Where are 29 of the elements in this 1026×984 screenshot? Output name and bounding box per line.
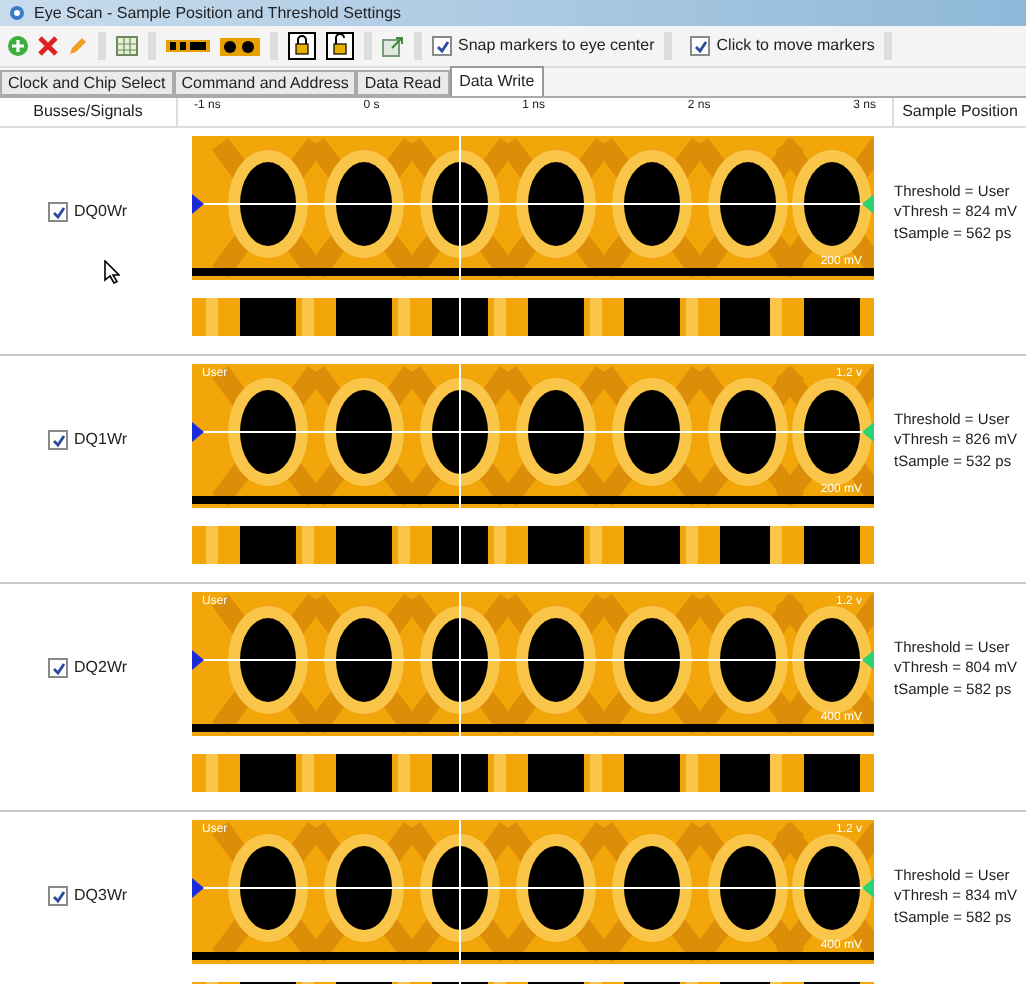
app-icon (8, 4, 26, 22)
table-icon[interactable] (116, 36, 138, 56)
checkbox[interactable] (48, 202, 68, 222)
export-icon[interactable] (382, 35, 404, 57)
signal-name: DQ0Wr (74, 200, 128, 224)
tab[interactable]: Clock and Chip Select (0, 70, 174, 96)
add-icon[interactable] (8, 36, 28, 56)
pulse-pattern-icon[interactable] (166, 40, 210, 52)
column-header: Busses/Signals (31, 100, 145, 124)
delete-icon[interactable] (38, 36, 58, 56)
column-header: Sample Position (900, 100, 1020, 124)
checkbox[interactable] (48, 658, 68, 678)
tab[interactable]: Data Read (356, 70, 450, 96)
checkbox-label: Click to move markers (716, 34, 875, 58)
lock-icon[interactable] (326, 32, 354, 60)
tab[interactable]: Command and Address (173, 70, 357, 96)
checkbox[interactable] (48, 430, 68, 450)
checkbox[interactable] (48, 886, 68, 906)
mouse-pointer-icon (104, 260, 120, 284)
lock-icon[interactable] (288, 32, 316, 60)
checkbox-label: Snap markers to eye center (458, 34, 655, 58)
checkbox[interactable] (690, 36, 711, 56)
tab[interactable]: Data Write (449, 66, 545, 96)
signal-name: DQ1Wr (74, 428, 128, 452)
signal-name: DQ3Wr (74, 884, 128, 908)
checkbox[interactable] (432, 36, 452, 56)
signal-name: DQ2Wr (74, 656, 128, 680)
eye-pattern-icon[interactable] (220, 37, 260, 55)
window-title: Eye Scan - Sample Position and Threshold Settings (34, 5, 402, 21)
